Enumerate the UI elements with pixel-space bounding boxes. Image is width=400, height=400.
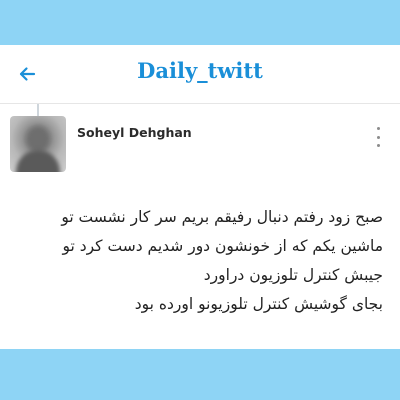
more-vertical-icon (376, 127, 380, 130)
top-frame-band (0, 0, 400, 45)
avatar-body-shape (16, 150, 60, 172)
avatar-head-shape (26, 126, 50, 152)
more-options-button[interactable] (371, 127, 385, 147)
more-vertical-icon-dot (376, 144, 380, 147)
bottom-frame-band (0, 349, 400, 400)
more-vertical-icon-dot (376, 135, 380, 139)
app-header: Daily_twitt (0, 45, 400, 104)
author-name[interactable]: Soheyl Dehghan (77, 125, 192, 140)
thread-connector-line (37, 104, 39, 116)
tweet-card: Daily_twitt Soheyl Dehghan صبح زود رفتم … (0, 45, 400, 349)
page-title: Daily_twitt (137, 58, 263, 83)
tweet-text: صبح زود رفتم دنبال رفیقم بریم سر کار نشس… (61, 208, 383, 313)
avatar[interactable] (10, 116, 66, 172)
